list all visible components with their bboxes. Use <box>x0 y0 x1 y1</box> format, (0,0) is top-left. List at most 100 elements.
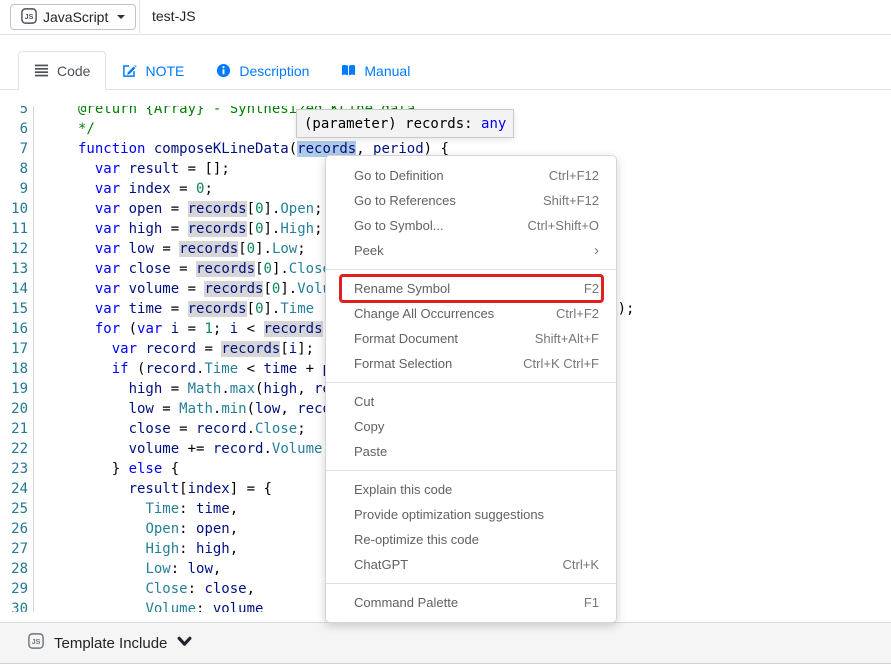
line-number: 18 <box>0 359 28 379</box>
line-number: 13 <box>0 259 28 279</box>
tab-manual[interactable]: Manual <box>325 51 426 90</box>
menu-item-label: Provide optimization suggestions <box>354 507 544 522</box>
parameter-hover-tooltip: (parameter) records: any <box>296 109 514 138</box>
line-number: 12 <box>0 239 28 259</box>
line-number: 27 <box>0 539 28 559</box>
menu-item-go-to-definition[interactable]: Go to DefinitionCtrl+F12 <box>326 163 616 188</box>
menu-item-label: Cut <box>354 394 374 409</box>
line-number: 15 <box>0 299 28 319</box>
menu-item-rename-symbol[interactable]: Rename Symbol F2 <box>326 276 616 301</box>
menu-item-shortcut: Ctrl+F12 <box>549 168 599 183</box>
template-include-label: Template Include <box>54 635 167 652</box>
menu-item-shortcut: Ctrl+F2 <box>556 306 599 321</box>
tab-label: Manual <box>364 63 410 79</box>
line-number: 6 <box>0 119 28 139</box>
tab-code[interactable]: Code <box>18 51 106 90</box>
menu-separator <box>326 382 616 383</box>
javascript-icon: JS <box>28 633 44 654</box>
line-number: 19 <box>0 379 28 399</box>
menu-item-re-optimize-this-code[interactable]: Re-optimize this code <box>326 527 616 552</box>
language-dropdown-button[interactable]: JS JavaScript <box>10 4 136 30</box>
menu-item-format-document[interactable]: Format Document Shift+Alt+F <box>326 326 616 351</box>
menu-item-chatgpt[interactable]: ChatGPTCtrl+K <box>326 552 616 577</box>
line-number: 25 <box>0 499 28 519</box>
menu-item-paste[interactable]: Paste <box>326 439 616 464</box>
menu-item-label: Rename Symbol <box>354 281 450 296</box>
line-number: 11 <box>0 219 28 239</box>
menu-item-cut[interactable]: Cut <box>326 389 616 414</box>
tab-description[interactable]: Description <box>200 51 325 90</box>
menu-item-label: Re-optimize this code <box>354 532 479 547</box>
menu-item-label: Command Palette <box>354 595 458 610</box>
menu-item-shortcut: F2 <box>584 281 599 296</box>
menu-separator <box>326 583 616 584</box>
info-icon <box>216 63 231 78</box>
tab-label: NOTE <box>145 63 184 79</box>
menu-item-copy[interactable]: Copy <box>326 414 616 439</box>
line-number: 30 <box>0 599 28 612</box>
tab-bar: Code NOTE Description Manual <box>0 50 891 90</box>
menu-item-format-selection[interactable]: Format Selection Ctrl+K Ctrl+F <box>326 351 616 376</box>
line-number: 28 <box>0 559 28 579</box>
menu-item-label: Go to References <box>354 193 456 208</box>
menu-item-label: ChatGPT <box>354 557 408 572</box>
file-name-field[interactable]: test-JS <box>152 0 196 33</box>
context-menu: Go to DefinitionCtrl+F12Go to References… <box>325 155 617 623</box>
book-icon <box>341 63 356 78</box>
tab-label: Code <box>57 63 90 79</box>
menu-item-shortcut: Shift+Alt+F <box>535 331 599 346</box>
line-number: 14 <box>0 279 28 299</box>
list-icon <box>34 63 49 78</box>
line-number: 5 <box>0 106 28 119</box>
menu-item-label: Go to Symbol... <box>354 218 444 233</box>
line-number: 26 <box>0 519 28 539</box>
menu-item-shortcut: Ctrl+K Ctrl+F <box>523 356 599 371</box>
line-number: 9 <box>0 179 28 199</box>
svg-text:JS: JS <box>32 638 41 646</box>
menu-item-label: Explain this code <box>354 482 452 497</box>
menu-item-label: Change All Occurrences <box>354 306 494 321</box>
edit-icon <box>122 63 137 78</box>
submenu-arrow-icon: › <box>594 243 599 258</box>
chevron-down-icon[interactable] <box>177 634 192 652</box>
template-include-header[interactable]: JS Template Include <box>0 622 891 664</box>
menu-item-command-palette[interactable]: Command Palette F1 <box>326 590 616 615</box>
menu-item-label: Copy <box>354 419 384 434</box>
menu-item-peek[interactable]: Peek › <box>326 238 616 263</box>
topbar: JS JavaScript test-JS <box>0 0 891 35</box>
menu-item-provide-optimization-suggestions[interactable]: Provide optimization suggestions <box>326 502 616 527</box>
javascript-icon: JS <box>21 8 37 27</box>
line-number: 22 <box>0 439 28 459</box>
tab-label: Description <box>239 63 309 79</box>
menu-item-go-to-symbol[interactable]: Go to Symbol... Ctrl+Shift+O <box>326 213 616 238</box>
line-number: 23 <box>0 459 28 479</box>
tab-note[interactable]: NOTE <box>106 51 200 90</box>
line-number: 21 <box>0 419 28 439</box>
menu-item-shortcut: Shift+F12 <box>543 193 599 208</box>
menu-item-label: Paste <box>354 444 387 459</box>
menu-item-go-to-references[interactable]: Go to References Shift+F12 <box>326 188 616 213</box>
line-number: 16 <box>0 319 28 339</box>
line-number: 17 <box>0 339 28 359</box>
line-number: 8 <box>0 159 28 179</box>
menu-item-explain-this-code[interactable]: Explain this code <box>326 477 616 502</box>
menu-item-change-all-occurrences[interactable]: Change All Occurrences Ctrl+F2 <box>326 301 616 326</box>
line-number: 10 <box>0 199 28 219</box>
svg-text:JS: JS <box>25 13 34 21</box>
menu-item-label: Peek <box>354 243 384 258</box>
line-number: 20 <box>0 399 28 419</box>
line-number: 29 <box>0 579 28 599</box>
caret-down-icon <box>117 15 125 19</box>
menu-separator <box>326 269 616 270</box>
menu-item-shortcut: F1 <box>584 595 599 610</box>
line-number: 7 <box>0 139 28 159</box>
menu-item-label: Format Document <box>354 331 458 346</box>
tooltip-text: (parameter) records: <box>304 116 481 132</box>
menu-item-label: Format Selection <box>354 356 452 371</box>
line-number: 24 <box>0 479 28 499</box>
language-label: JavaScript <box>43 9 108 25</box>
tooltip-type: any <box>481 116 506 132</box>
menu-separator <box>326 470 616 471</box>
code-editor-page: JS JavaScript test-JS Code NOTE Descript… <box>0 0 891 669</box>
menu-item-shortcut: Ctrl+Shift+O <box>527 218 599 233</box>
